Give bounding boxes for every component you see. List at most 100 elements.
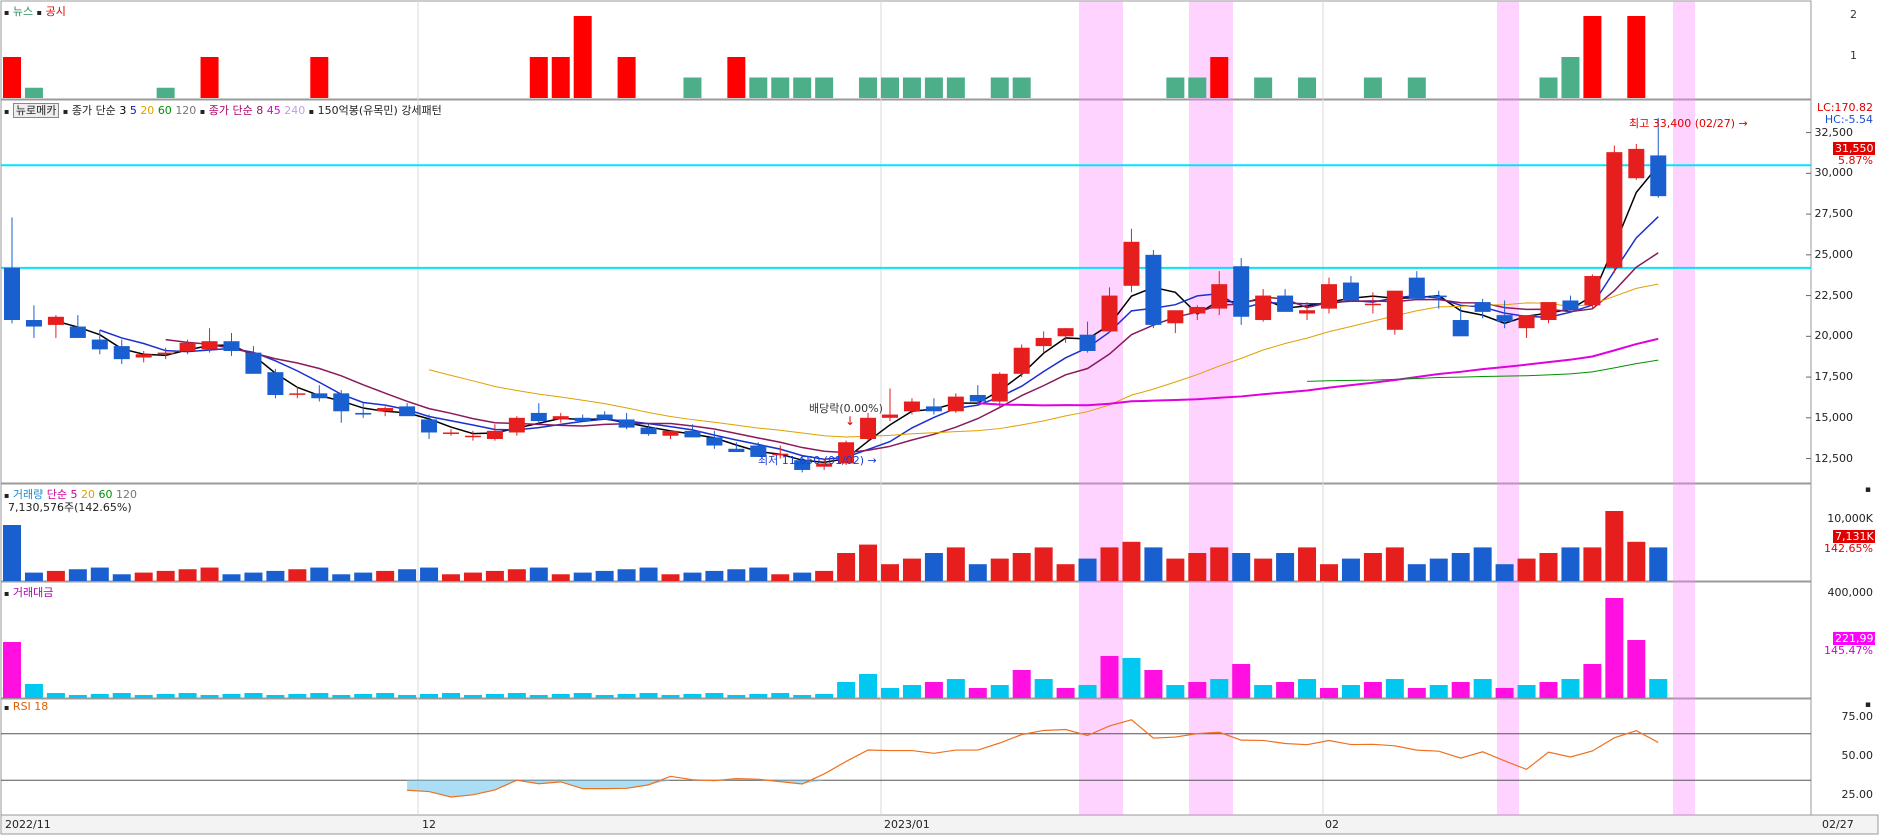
- candle-body: [355, 412, 372, 415]
- rsi-title[interactable]: RSI 18: [13, 700, 48, 713]
- amount-bar: [529, 695, 548, 698]
- candle-body: [552, 416, 569, 420]
- price-legend: ▪ 뉴로메카 ▪ 종가 단순 3 5 20 60 120 ▪ 종가 단순 8 4…: [4, 102, 442, 118]
- amount-bar: [859, 674, 878, 698]
- rsi-ytick-75: 75.00: [1841, 710, 1874, 723]
- volume-bar: [1429, 558, 1448, 581]
- volume-bar: [90, 567, 109, 581]
- news-bar: [683, 77, 702, 98]
- amount-bar: [1254, 685, 1273, 698]
- news-legend: ▪ 뉴스 ▪ 공시: [4, 3, 66, 19]
- news-bar: [771, 77, 790, 98]
- stock-name-button[interactable]: 뉴로메카: [12, 103, 60, 118]
- disclosure-legend-label[interactable]: 공시: [46, 5, 66, 18]
- amount-bar: [1034, 679, 1053, 698]
- news-bar: [1166, 77, 1185, 98]
- amount-bar: [1144, 670, 1163, 698]
- volume-bar: [1276, 553, 1295, 581]
- amount-bar: [617, 694, 636, 698]
- volume-bar: [617, 569, 636, 581]
- news-bar: [990, 77, 1009, 98]
- ma-legend-label[interactable]: 종가 단순: [72, 104, 116, 117]
- amount-bar: [1473, 679, 1492, 698]
- volume-bar: [112, 574, 131, 581]
- ma2-period-8: 8: [256, 104, 264, 117]
- volume-bar: [1473, 547, 1492, 581]
- candle-body: [1364, 303, 1381, 306]
- price-ytick: 15,000: [1814, 410, 1854, 424]
- volume-bar: [134, 572, 153, 581]
- ma2-legend-label[interactable]: 종가 단순: [209, 104, 253, 117]
- candle-body: [640, 427, 657, 435]
- volume-bar: [1056, 564, 1075, 581]
- rsi-ytick-25: 25.00: [1841, 788, 1874, 801]
- amount-bar: [1320, 688, 1338, 698]
- amount-bar: [68, 695, 87, 698]
- amount-bar: [354, 694, 373, 698]
- amount-bar: [573, 693, 592, 698]
- candle-body: [1079, 334, 1096, 351]
- news-bar: [156, 87, 175, 98]
- candle-body: [1650, 155, 1667, 197]
- volume-bar: [244, 572, 263, 581]
- candle-body: [925, 406, 942, 412]
- price-ytick: 25,000: [1814, 247, 1854, 261]
- candle-body: [1233, 266, 1250, 317]
- amount-bar: [3, 642, 21, 698]
- amount-last-pct: 145.47%: [1824, 644, 1873, 657]
- disclosure-bar: [310, 57, 329, 98]
- panel-close-icon[interactable]: ▪: [1863, 700, 1873, 710]
- volume-bar: [46, 570, 65, 581]
- amount-bar: [1451, 682, 1470, 698]
- amount-bar: [705, 693, 724, 698]
- amount-title[interactable]: 거래대금: [13, 586, 53, 599]
- disclosure-bar: [727, 57, 746, 98]
- amount-bar: [815, 694, 834, 698]
- price-ytick: 22,500: [1814, 288, 1854, 302]
- candle-body: [1386, 290, 1403, 330]
- candle-body: [157, 352, 174, 355]
- volume-bar: [485, 570, 504, 581]
- candle-body: [267, 372, 284, 395]
- legend-bullet: ▪: [308, 107, 315, 116]
- ma-period-5: 5: [129, 104, 137, 117]
- candle-body: [596, 414, 613, 420]
- volume-bar: [178, 569, 197, 581]
- amount-bar: [771, 693, 790, 698]
- amount-bar: [1583, 664, 1602, 698]
- pattern-legend-label[interactable]: 150억봉(유목민) 강세패턴: [318, 104, 442, 117]
- amount-bar: [837, 682, 856, 698]
- x-label-02-27: 02/27: [1822, 818, 1854, 831]
- volume-bar: [1517, 558, 1536, 581]
- volume-bar: [1012, 553, 1031, 581]
- amount-ytick: 400,000: [1827, 586, 1874, 599]
- legend-bullet: ▪: [4, 107, 10, 116]
- volume-bar: [529, 567, 548, 581]
- candle-body: [969, 394, 986, 402]
- volume-bar: [990, 558, 1009, 581]
- news-bar: [881, 77, 899, 98]
- amount-bar: [1100, 656, 1119, 698]
- amount-legend: ▪ 거래대금: [4, 584, 53, 600]
- volume-bar: [1495, 564, 1514, 581]
- amount-bar: [244, 693, 263, 698]
- panel-close-icon[interactable]: ▪: [1863, 485, 1873, 495]
- x-label-02: 02: [1325, 818, 1339, 831]
- volume-bar: [551, 574, 570, 581]
- candle-body: [1299, 310, 1316, 314]
- volume-bar: [727, 569, 746, 581]
- price-ytick: 12,500: [1814, 451, 1854, 465]
- volume-bar: [1100, 547, 1119, 581]
- candle-body: [1145, 254, 1162, 325]
- hc-value: HC:-5.54: [1824, 113, 1873, 126]
- candle-body: [1342, 282, 1359, 301]
- chart-canvas[interactable]: [0, 0, 1879, 835]
- price-ytick: 30,000: [1814, 166, 1854, 180]
- low-annotation: 최저 11,650 (01/02) →: [756, 452, 879, 468]
- news-legend-label[interactable]: 뉴스: [13, 5, 33, 18]
- volume-bar: [1078, 558, 1097, 581]
- volume-bar: [683, 572, 702, 581]
- legend-bullet: ▪: [199, 107, 206, 116]
- news-bar: [946, 77, 965, 98]
- legend-bullet: ▪: [4, 589, 10, 598]
